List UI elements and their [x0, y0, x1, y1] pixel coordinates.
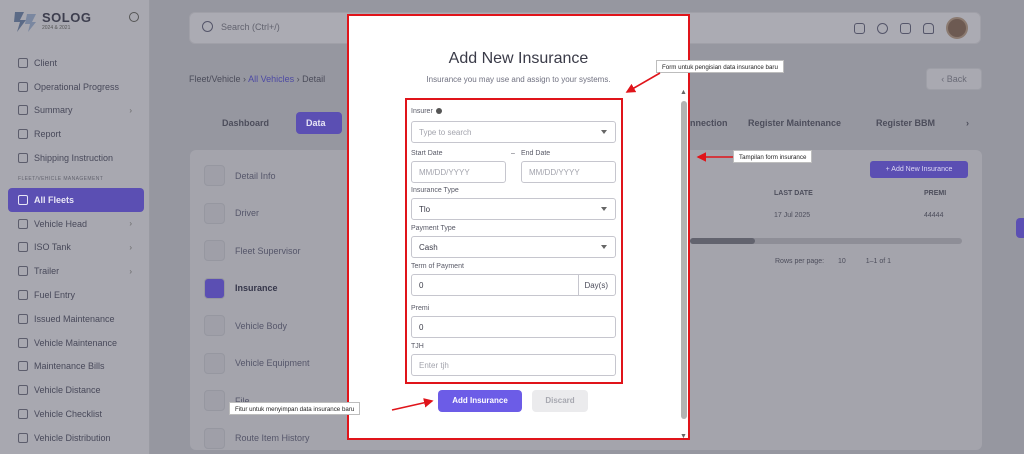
- annotation-arrows: [391, 72, 733, 411]
- arrow-to-add-button: [391, 398, 434, 411]
- arrow-to-form: [625, 72, 661, 93]
- app-root: SOLOG 2024 & 2021 Client Operational Prog…: [0, 0, 1024, 454]
